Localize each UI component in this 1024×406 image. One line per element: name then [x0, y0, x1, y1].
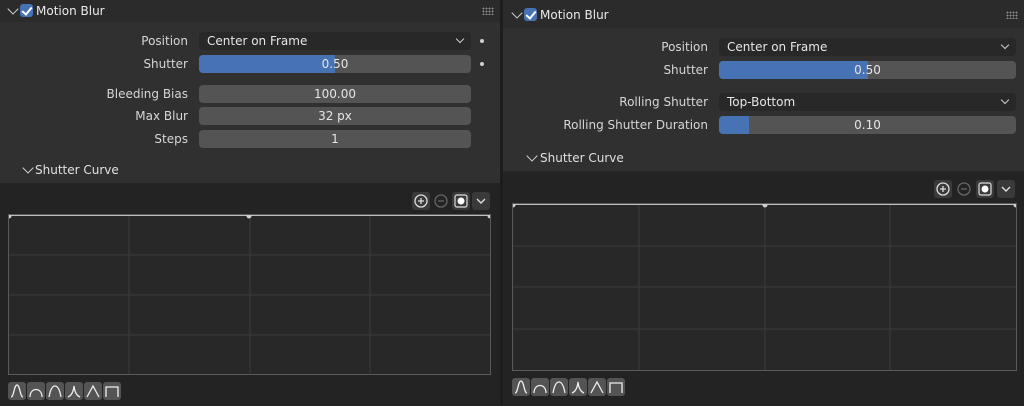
chevron-down-icon[interactable]	[472, 192, 490, 210]
position-label: Position	[661, 40, 708, 54]
shutter-value: 0.50	[321, 57, 349, 71]
steps-value: 1	[331, 132, 339, 146]
curve-graph[interactable]	[8, 214, 491, 375]
collapse-chevron-icon[interactable]	[526, 150, 538, 162]
rolling-shutter-dropdown[interactable]: Top-Bottom	[719, 93, 1016, 111]
panel-title: Motion Blur	[36, 4, 105, 18]
rolling-shutter-duration-fill	[719, 116, 749, 134]
dropdown-chevron-icon	[455, 34, 465, 44]
position-label: Position	[141, 34, 188, 48]
panel-title: Motion Blur	[540, 8, 609, 22]
handle-type-icon[interactable]	[452, 192, 470, 210]
curve-widget	[503, 171, 1024, 406]
smooth-preset-icon[interactable]	[512, 378, 530, 396]
curve-presets	[8, 382, 121, 400]
right-properties-panel: Motion Blur Position Center on Frame Shu…	[503, 0, 1024, 406]
chevron-down-icon[interactable]	[997, 180, 1015, 198]
max-blur-label: Max Blur	[135, 109, 188, 123]
shutter-curve-title: Shutter Curve	[540, 151, 624, 165]
position-value: Center on Frame	[727, 40, 828, 54]
rolling-shutter-value: Top-Bottom	[727, 95, 796, 109]
bleeding-bias-value: 100.00	[314, 87, 356, 101]
steps-field[interactable]: 1	[199, 130, 471, 148]
motion-blur-checkbox[interactable]	[524, 8, 537, 21]
shutter-value: 0.50	[854, 63, 881, 77]
rolling-shutter-label: Rolling Shutter	[619, 95, 708, 109]
curve-graph[interactable]	[512, 203, 1017, 371]
zoom-in-icon[interactable]	[412, 192, 430, 210]
root-preset-icon[interactable]	[550, 378, 568, 396]
position-dropdown[interactable]: Center on Frame	[199, 32, 471, 50]
position-dropdown[interactable]: Center on Frame	[719, 38, 1016, 56]
shutter-label: Shutter	[663, 63, 708, 77]
dropdown-chevron-icon	[1000, 40, 1010, 50]
position-value: Center on Frame	[207, 34, 308, 48]
max-blur-field[interactable]: 32 px	[199, 107, 471, 125]
rolling-shutter-duration-label: Rolling Shutter Duration	[563, 118, 708, 132]
rolling-shutter-duration-slider[interactable]: 0.10	[719, 116, 1016, 134]
max-blur-value: 32 px	[318, 109, 352, 123]
sphere-preset-icon[interactable]	[27, 382, 45, 400]
collapse-chevron-icon[interactable]	[22, 162, 34, 174]
curve-widget	[0, 183, 500, 406]
sphere-preset-icon[interactable]	[531, 378, 549, 396]
motion-blur-header[interactable]: Motion Blur	[503, 0, 1024, 28]
collapse-chevron-icon[interactable]	[511, 7, 523, 19]
drag-grip-icon[interactable]	[1006, 11, 1018, 19]
steps-label: Steps	[154, 132, 188, 146]
rolling-shutter-duration-value: 0.10	[854, 118, 881, 132]
collapse-chevron-icon[interactable]	[7, 3, 19, 15]
zoom-in-icon[interactable]	[934, 180, 952, 198]
handle-type-icon[interactable]	[976, 180, 994, 198]
root-preset-icon[interactable]	[46, 382, 64, 400]
linear-preset-icon[interactable]	[588, 378, 606, 396]
smooth-preset-icon[interactable]	[8, 382, 26, 400]
linear-preset-icon[interactable]	[84, 382, 102, 400]
zoom-out-icon[interactable]	[432, 192, 450, 210]
sharp-preset-icon[interactable]	[65, 382, 83, 400]
animate-property-icon[interactable]	[480, 62, 484, 66]
shutter-label: Shutter	[143, 57, 188, 71]
drag-grip-icon[interactable]	[482, 7, 494, 15]
sharp-preset-icon[interactable]	[569, 378, 587, 396]
dropdown-chevron-icon	[1000, 95, 1010, 105]
constant-preset-icon[interactable]	[103, 382, 121, 400]
bleeding-bias-label: Bleeding Bias	[106, 87, 189, 101]
zoom-out-icon[interactable]	[955, 180, 973, 198]
shutter-slider[interactable]: 0.50	[719, 61, 1016, 79]
animate-property-icon[interactable]	[480, 39, 484, 43]
shutter-fill	[719, 61, 868, 79]
constant-preset-icon[interactable]	[607, 378, 625, 396]
bleeding-bias-field[interactable]: 100.00	[199, 85, 471, 103]
shutter-slider[interactable]: 0.50	[199, 55, 471, 73]
shutter-curve-title: Shutter Curve	[35, 163, 119, 177]
motion-blur-header[interactable]: Motion Blur	[0, 0, 500, 22]
shutter-fill	[199, 55, 335, 73]
motion-blur-checkbox[interactable]	[20, 4, 33, 17]
curve-presets	[512, 378, 625, 396]
left-properties-panel: Motion Blur Position Center on Frame Shu…	[0, 0, 500, 406]
